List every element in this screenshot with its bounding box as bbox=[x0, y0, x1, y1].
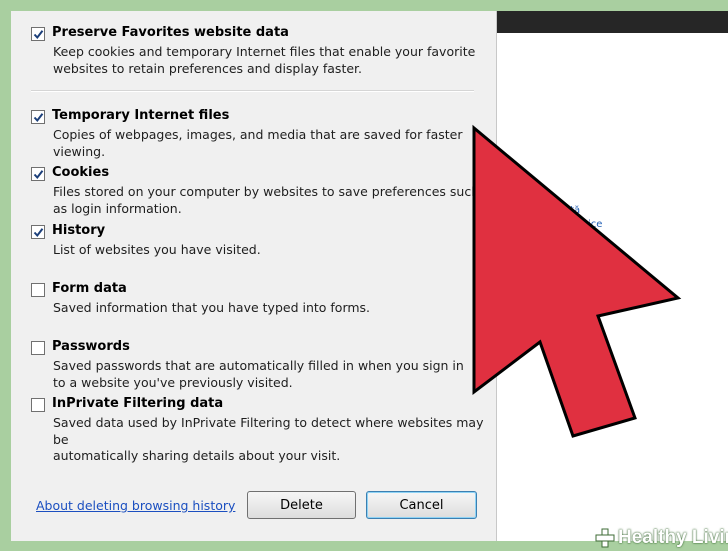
temporary-internet-files-checkbox[interactable] bbox=[31, 110, 45, 124]
option-description: Copies of webpages, images, and media th… bbox=[53, 127, 463, 159]
option-title: Preserve Favorites website data bbox=[52, 25, 289, 40]
inprivate-filtering-checkbox[interactable] bbox=[31, 398, 45, 412]
form-data-checkbox[interactable] bbox=[31, 283, 45, 297]
background-window: ată evistice bbox=[495, 11, 728, 541]
cancel-button[interactable]: Cancel bbox=[366, 491, 477, 519]
history-checkbox[interactable] bbox=[31, 225, 45, 239]
checkmark-icon bbox=[33, 227, 43, 237]
divider bbox=[31, 90, 474, 92]
delete-button[interactable]: Delete bbox=[247, 491, 356, 519]
healthy-living-logo: Healthy Living bbox=[594, 526, 728, 550]
option-title: Form data bbox=[52, 281, 127, 296]
option-title: Temporary Internet files bbox=[52, 108, 230, 123]
option-title: Cookies bbox=[52, 165, 110, 180]
checkmark-icon bbox=[33, 112, 43, 122]
passwords-checkbox[interactable] bbox=[31, 341, 45, 355]
background-text-fragment: evistice bbox=[564, 219, 603, 230]
checkmark-icon bbox=[33, 29, 43, 39]
about-deleting-history-link[interactable]: About deleting browsing history bbox=[36, 498, 235, 513]
delete-browsing-history-dialog: Preserve Favorites website data Keep coo… bbox=[11, 11, 497, 541]
background-text-fragment: ată bbox=[564, 205, 581, 216]
option-description: Saved passwords that are automatically f… bbox=[53, 358, 464, 390]
checkmark-icon bbox=[33, 169, 43, 179]
logo-text: Healthy Living bbox=[618, 527, 728, 548]
plus-icon bbox=[595, 528, 615, 548]
option-description: Files stored on your computer by website… bbox=[53, 184, 480, 216]
option-description: Keep cookies and temporary Internet file… bbox=[53, 44, 476, 76]
cookies-checkbox[interactable] bbox=[31, 167, 45, 181]
preserve-favorites-checkbox[interactable] bbox=[31, 27, 45, 41]
option-title: History bbox=[52, 223, 106, 238]
option-title: Passwords bbox=[52, 339, 130, 354]
background-titlebar bbox=[496, 11, 728, 33]
option-title: InPrivate Filtering data bbox=[52, 396, 224, 411]
option-description: Saved data used by InPrivate Filtering t… bbox=[53, 415, 484, 463]
option-description: Saved information that you have typed in… bbox=[53, 300, 371, 315]
option-description: List of websites you have visited. bbox=[53, 242, 261, 257]
